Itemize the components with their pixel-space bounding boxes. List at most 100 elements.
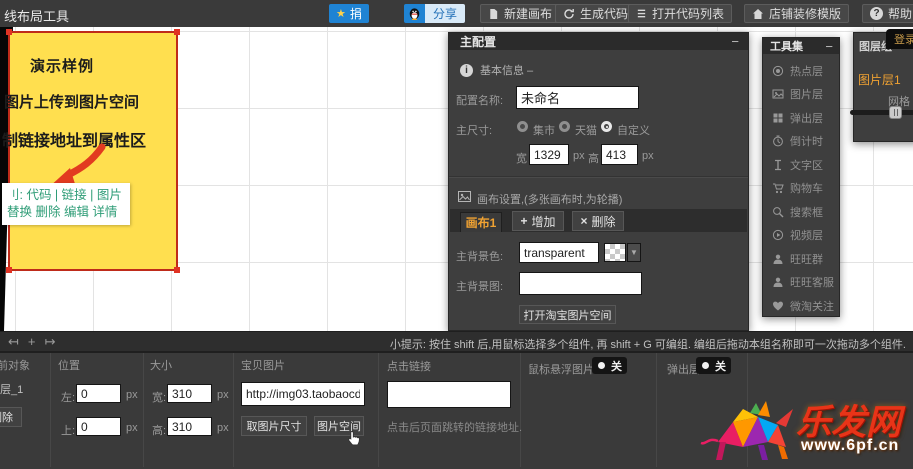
click-link-hint: 点击后页面跳转的链接地址. (387, 419, 522, 435)
demo-note-line2: 替换 删除 编辑 详情 (7, 204, 130, 221)
pos-left-input[interactable] (76, 384, 121, 403)
width-input[interactable] (529, 144, 569, 165)
main-size-label: 主尺寸: (456, 122, 492, 138)
hover-image-toggle[interactable]: 关 (592, 357, 627, 374)
main-config-header[interactable]: 主配置 − (449, 33, 748, 50)
collapse-icon[interactable]: − (731, 35, 739, 48)
bg-image-input[interactable] (519, 272, 642, 295)
divider (233, 353, 234, 467)
size-width-px: px (217, 389, 229, 401)
login-tab[interactable]: 登录 (886, 29, 913, 49)
grid-icon (772, 112, 784, 124)
grid-slider-track[interactable] (850, 110, 913, 115)
tip-bar: ↤ + ↦ 小提示: 按住 shift 后,用鼠标选择多个组件, 再 shift… (0, 331, 913, 351)
tool-popup-layer[interactable]: 弹出层 (763, 106, 839, 129)
radio-tmall-label[interactable]: 天猫 (575, 122, 597, 138)
config-name-label: 配置名称: (456, 92, 503, 108)
watermark-url: www.6pf.cn (801, 437, 899, 455)
toolset-collapse-icon[interactable]: − (825, 40, 833, 53)
tool-wangwang-group[interactable]: 旺旺群 (763, 247, 839, 270)
color-dropdown[interactable]: ▼ (627, 243, 641, 262)
search-icon (772, 206, 784, 218)
resize-handle-ne[interactable] (174, 29, 180, 35)
radio-custom-label[interactable]: 自定义 (617, 122, 650, 138)
item-image-title: 宝贝图片 (241, 357, 285, 373)
tab-canvas1[interactable]: 画布1 (460, 212, 502, 232)
plus-icon[interactable]: + (28, 334, 36, 350)
donate-button[interactable]: ★ 捐 (329, 4, 369, 23)
divider (520, 353, 521, 467)
resize-handle-sw[interactable] (6, 267, 12, 273)
open-code-list-button[interactable]: 打开代码列表 (628, 4, 732, 23)
divider (656, 353, 657, 467)
toggle-dot-icon (702, 362, 709, 369)
info-icon: i (460, 64, 473, 77)
size-width-label: 宽: (152, 389, 166, 405)
open-taobao-space-label: 打开淘宝图片空间 (524, 307, 612, 323)
grid-slider-handle[interactable] (889, 106, 902, 119)
help-label: 帮助 (888, 5, 912, 22)
popup-layer-toggle[interactable]: 关 (696, 357, 731, 374)
star-icon: ★ (336, 7, 346, 20)
tool-hotspot-layer[interactable]: 热点层 (763, 59, 839, 82)
align-right-icon[interactable]: ↦ (45, 334, 56, 350)
fetch-image-size-button[interactable]: 取图片尺寸 (241, 416, 307, 436)
cart-icon (772, 182, 784, 194)
config-name-input[interactable] (516, 86, 639, 109)
toolset-header[interactable]: 工具集 − (763, 38, 839, 54)
tool-label: 文字区 (790, 157, 823, 173)
add-canvas-button[interactable]: + 增加 (512, 211, 564, 231)
radio-market-label[interactable]: 集市 (533, 122, 555, 138)
resize-handle-se[interactable] (174, 267, 180, 273)
tool-weitao-follow[interactable]: 微淘关注 (763, 294, 839, 317)
demo-note-line1: 刂: 代码 | 链接 | 图片 (7, 187, 130, 204)
open-taobao-space-button[interactable]: 打开淘宝图片空间 (519, 305, 616, 324)
share-group[interactable]: 分享 (404, 4, 465, 23)
tool-countdown[interactable]: 倒计时 (763, 130, 839, 153)
main-config-title: 主配置 (460, 33, 496, 50)
bg-color-input[interactable] (519, 242, 599, 263)
new-canvas-button[interactable]: 新建画布 (480, 4, 560, 23)
tool-label: 购物车 (790, 180, 823, 196)
delete-canvas-label: 删除 (592, 213, 616, 230)
demo-component[interactable]: 演示样例 图片上传到图片空间 制链接地址到属性区 刂: 代码 | 链接 | 图片… (8, 31, 178, 271)
item-image-url-input[interactable] (241, 382, 365, 406)
divider (449, 176, 748, 178)
radio-custom[interactable] (601, 121, 612, 132)
tool-wangwang-service[interactable]: 旺旺客服 (763, 271, 839, 294)
radio-tmall[interactable] (559, 121, 570, 132)
height-input[interactable] (601, 144, 638, 165)
size-height-input[interactable] (167, 417, 212, 436)
canvas-tab-row: 画布1 + 增加 × 删除 (450, 209, 747, 232)
height-label: 高 (588, 150, 599, 166)
tool-image-layer[interactable]: 图片层 (763, 83, 839, 106)
align-left-icon[interactable]: ↤ (8, 334, 19, 350)
help-button[interactable]: ? 帮助 (862, 4, 913, 23)
tool-label: 热点层 (790, 63, 823, 79)
resize-handle-nw[interactable] (6, 29, 12, 35)
size-width-input[interactable] (167, 384, 212, 403)
position-title: 位置 (58, 357, 80, 373)
tool-search-box[interactable]: 搜索框 (763, 200, 839, 223)
generate-code-button[interactable]: 生成代码 (555, 4, 636, 23)
cross-icon: × (580, 214, 587, 228)
tool-text-area[interactable]: 文字区 (763, 153, 839, 176)
tool-shopping-cart[interactable]: 购物车 (763, 177, 839, 200)
radio-market[interactable] (517, 121, 528, 132)
add-canvas-label: 增加 (532, 213, 556, 230)
pos-top-input[interactable] (76, 417, 121, 436)
bg-color-label: 主背景色: (456, 248, 503, 264)
delete-canvas-button[interactable]: × 删除 (572, 211, 624, 231)
color-swatch[interactable] (604, 243, 626, 262)
list-icon (636, 8, 647, 19)
tool-label: 视频层 (790, 227, 823, 243)
click-link-input[interactable] (387, 381, 511, 408)
tool-video-layer[interactable]: 视频层 (763, 224, 839, 247)
delete-object-button[interactable]: 删除 (0, 407, 22, 427)
main-config-panel: 主配置 − i 基本信息 – 配置名称: 主尺寸: 集市 天猫 自定义 宽 px… (448, 32, 749, 331)
play-circle-icon (772, 229, 784, 241)
size-height-label: 高: (152, 422, 166, 438)
clock-icon (772, 135, 784, 147)
shop-template-button[interactable]: 店铺装修模版 (744, 4, 849, 23)
layer-item-image1[interactable]: 图片层1 (858, 71, 901, 88)
